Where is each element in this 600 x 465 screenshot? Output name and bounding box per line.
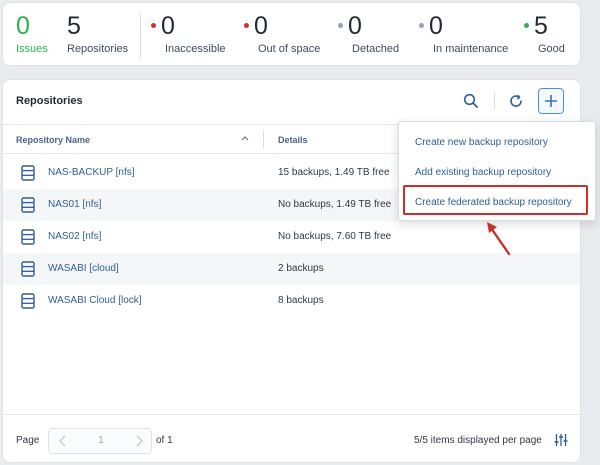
add-repository-button[interactable] (538, 88, 564, 114)
repositories-label: Repositories (67, 43, 129, 55)
sort-ascending-icon[interactable] (240, 133, 250, 143)
maintenance-dot-icon (419, 23, 424, 28)
good-dot-icon (524, 23, 529, 28)
summary-divider (140, 13, 141, 59)
repository-details: 15 backups, 1.49 TB free (278, 167, 390, 178)
annotation-arrow-icon (487, 222, 511, 256)
detached-count: 0 (348, 12, 362, 40)
issues-count: 0 (16, 12, 30, 40)
plus-icon (545, 95, 557, 107)
issues-label: Issues (16, 43, 48, 55)
detached-label: Detached (352, 43, 400, 55)
repository-details: 2 backups (278, 263, 324, 274)
menu-item-add-existing-repository[interactable]: Add existing backup repository (415, 167, 551, 178)
maintenance-count: 0 (429, 12, 443, 40)
repository-details: 8 backups (278, 295, 324, 306)
repository-storage-icon (21, 293, 35, 309)
summary-bar: 0 Issues 5 Repositories 0 Inaccessible 0… (2, 2, 581, 66)
repository-details: No backups, 7.60 TB free (278, 231, 392, 242)
refresh-icon (510, 94, 522, 107)
out-of-space-dot-icon (244, 23, 249, 28)
search-icon (463, 93, 478, 108)
good-label: Good (538, 43, 565, 55)
out-of-space-label: Out of space (258, 43, 321, 55)
items-per-page-label: 5/5 items displayed per page (414, 435, 542, 446)
refresh-button[interactable] (503, 88, 529, 114)
pagination-bar: Page 1 of 1 5/5 items displayed per page (3, 414, 580, 462)
column-header-details[interactable]: Details (278, 135, 308, 145)
good-count: 5 (534, 12, 548, 40)
repository-name-link[interactable]: NAS01 [nfs] (48, 199, 101, 210)
search-button[interactable] (458, 88, 484, 114)
repository-name-link[interactable]: WASABI [cloud] (48, 263, 119, 274)
out-of-space-count: 0 (254, 12, 268, 40)
maintenance-label: In maintenance (433, 43, 509, 55)
column-header-repository-name[interactable]: Repository Name (16, 135, 90, 145)
inaccessible-count: 0 (161, 12, 175, 40)
repository-details: No backups, 1.49 TB free (278, 199, 392, 210)
chevron-right-icon[interactable] (132, 434, 146, 448)
menu-item-create-new-repository[interactable]: Create new backup repository (415, 137, 548, 148)
inaccessible-label: Inaccessible (165, 43, 226, 55)
detached-dot-icon (338, 23, 343, 28)
settings-sliders-icon[interactable] (554, 433, 568, 447)
repository-storage-icon (21, 261, 35, 277)
repositories-count: 5 (67, 12, 81, 40)
add-repository-menu: Create new backup repository Add existin… (398, 121, 596, 221)
repository-name-link[interactable]: NAS02 [nfs] (48, 231, 101, 242)
repository-storage-icon (21, 197, 35, 213)
toolbar-divider (494, 92, 495, 110)
panel-title: Repositories (16, 95, 83, 107)
page-selector: 1 (48, 428, 152, 454)
repository-storage-icon (21, 229, 35, 245)
column-divider (263, 131, 264, 148)
page-label: Page (16, 435, 40, 446)
table-row[interactable]: WASABI Cloud [lock] 8 backups (3, 285, 580, 317)
repository-storage-icon (21, 165, 35, 181)
page-count-label: of 1 (156, 435, 173, 446)
inaccessible-dot-icon (151, 23, 156, 28)
repository-name-link[interactable]: WASABI Cloud [lock] (48, 295, 142, 306)
highlight-box (403, 185, 588, 215)
repository-name-link[interactable]: NAS-BACKUP [nfs] (48, 167, 135, 178)
